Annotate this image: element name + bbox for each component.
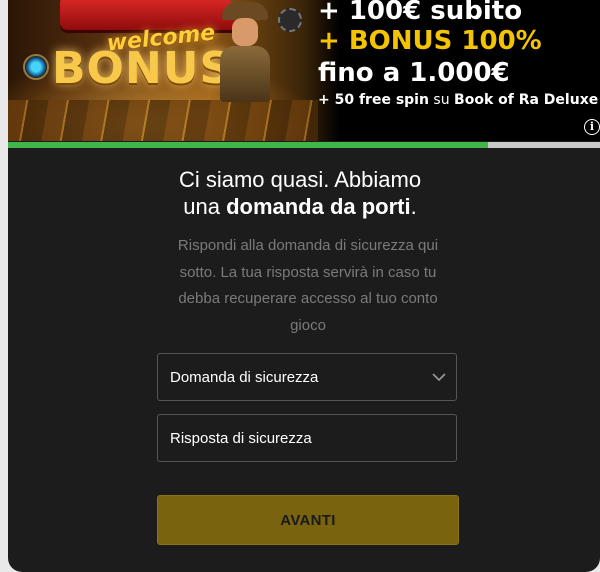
info-icon[interactable]: i — [584, 119, 600, 135]
promo-line-4: + 50 free spin su Book of Ra Deluxe — [318, 92, 598, 108]
explorer-body — [220, 46, 270, 102]
avanti-button[interactable]: AVANTI — [157, 495, 459, 545]
page-title-prefix: una — [183, 194, 227, 219]
casino-chip-icon — [278, 8, 302, 32]
page-title: Ci siamo quasi. Abbiamo una domanda da p… — [8, 166, 600, 220]
banner-floor — [8, 100, 318, 141]
security-answer-input[interactable] — [170, 415, 446, 461]
promo-line-3: fino a 1.000€ — [318, 58, 510, 88]
registration-panel: welcome BONUS + 100€ subito + BONUS 100%… — [8, 0, 600, 572]
page-title-suffix: . — [410, 194, 417, 219]
promo-line-1: + 100€ subito — [318, 0, 523, 26]
chevron-down-icon — [432, 373, 446, 382]
progress-bar-fill — [8, 142, 488, 148]
security-question-value: Domanda di sicurezza — [170, 369, 319, 386]
page-description: Rispondi alla domanda di sicurezza qui s… — [177, 237, 439, 334]
progress-bar — [8, 142, 600, 148]
explorer-face — [232, 18, 258, 46]
security-answer-field[interactable] — [157, 414, 457, 462]
security-question-select[interactable]: Domanda di sicurezza — [157, 353, 457, 401]
gem-icon — [23, 54, 49, 80]
promo-connector: su — [428, 92, 455, 108]
page-title-line-2: una domanda da porti. — [8, 193, 600, 220]
page-title-line-1: Ci siamo quasi. Abbiamo — [178, 167, 422, 192]
page-title-emphasis: domanda da porti — [226, 194, 411, 219]
promo-banner[interactable]: welcome BONUS + 100€ subito + BONUS 100%… — [8, 0, 600, 141]
promo-game-name: Book of Ra Deluxe — [454, 92, 599, 108]
promo-free-spin: + 50 free spin — [318, 92, 429, 108]
bonus-logo-text: BONUS — [52, 43, 233, 94]
explorer-character-image — [216, 2, 274, 102]
promo-line-2: + BONUS 100% — [318, 26, 542, 56]
